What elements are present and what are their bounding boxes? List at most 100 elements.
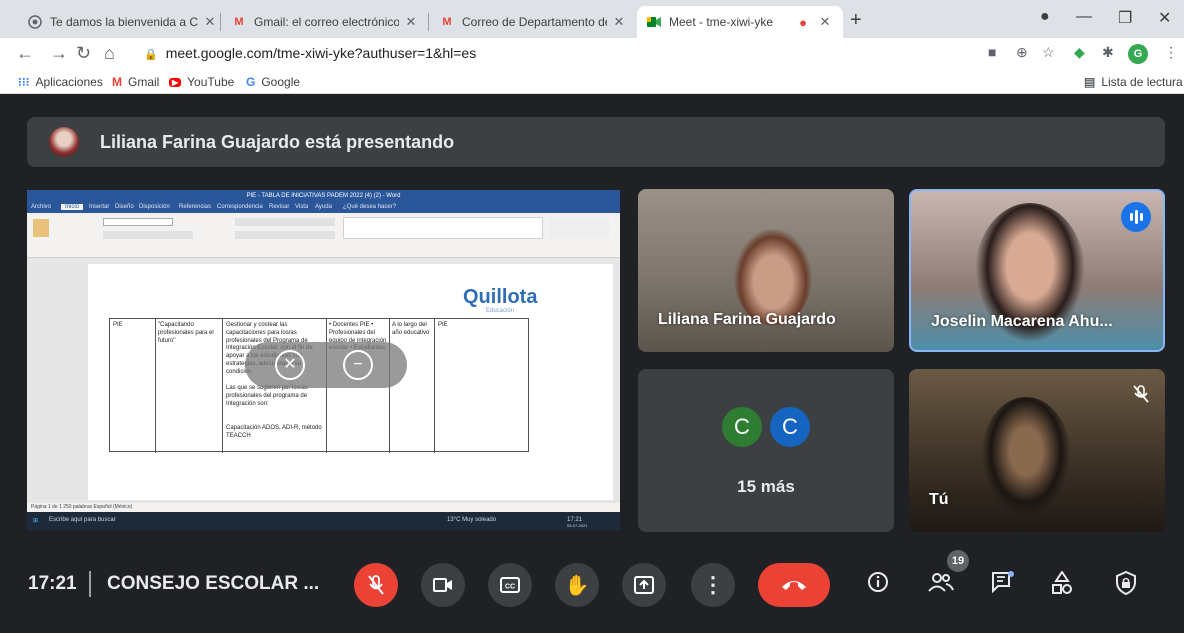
recording-indicator-icon: ● (799, 14, 807, 30)
extension-icon[interactable]: ◆ (1074, 44, 1085, 61)
tab-separator (428, 13, 429, 31)
camera-toggle-button[interactable] (421, 563, 465, 607)
word-title-bar: PIE - TABLA DE INICIATIVAS PADEM 2022 (4… (27, 190, 620, 202)
windows-taskbar: ⊞ Escribe aquí para buscar 13°C Muy sole… (27, 512, 620, 530)
reload-button[interactable]: ↻ (76, 43, 91, 64)
participant-tile[interactable]: Joselin Macarena Ahu... (909, 189, 1165, 352)
close-tab-icon[interactable]: ✕ (611, 14, 627, 30)
taskbar-search: Escribe aquí para buscar (49, 517, 116, 523)
taskbar-date: 05-07-2021 (567, 523, 588, 528)
bookmark-label: Gmail (128, 75, 160, 89)
address-bar[interactable]: 🔒 meet.google.com/tme-xiwi-yke?authuser=1… (144, 45, 476, 61)
present-screen-button[interactable] (622, 563, 666, 607)
tab-label: Gmail: el correo electrónico de G (254, 15, 399, 29)
table-divider (222, 319, 223, 453)
presenter-banner-text: Liliana Farina Guajardo está presentando (100, 132, 455, 152)
word-menu-item: Disposición (139, 204, 170, 210)
divider (89, 571, 91, 597)
forward-button[interactable]: → (50, 43, 68, 64)
word-menu-item: Insertar (89, 204, 110, 210)
word-menu-item: Correspondencia (217, 204, 263, 210)
word-menu-item: Diseño (115, 204, 134, 210)
activities-button[interactable] (1051, 571, 1073, 595)
chat-button[interactable] (991, 571, 1015, 593)
info-icon (868, 572, 888, 592)
menu-kebab-icon[interactable]: ⋮ (1164, 44, 1178, 61)
word-menu-item: ¿Qué desea hacer? (343, 204, 397, 210)
word-ribbon (27, 213, 620, 258)
new-tab-button[interactable]: + (850, 9, 862, 32)
reading-list[interactable]: ▤ Lista de lectura (1084, 75, 1183, 89)
bookmark-star-icon[interactable]: ☆ (1042, 44, 1055, 61)
bookmark-gmail[interactable]: M Gmail (112, 75, 159, 89)
back-button[interactable]: ← (16, 43, 34, 64)
tab-separator (220, 13, 221, 31)
profile-avatar[interactable]: G (1128, 44, 1148, 64)
minimize-button[interactable]: — (1076, 8, 1092, 26)
taskbar-weather: 13°C Muy soleado (447, 517, 497, 523)
bookmark-label: YouTube (187, 75, 235, 89)
camera-indicator-icon[interactable]: ■ (988, 44, 996, 60)
meeting-details-button[interactable] (867, 571, 889, 593)
tab-meet[interactable]: Meet - tme-xiwi-yke ● ✕ (637, 6, 843, 38)
shapes-icon (1052, 571, 1072, 594)
bookmarks-bar: ⁝⁝⁝ Aplicaciones M Gmail ▶ YouTube G Google … (0, 70, 1184, 94)
document-logo-subtitle: Educación (486, 308, 515, 314)
bookmark-apps[interactable]: ⁝⁝⁝ Aplicaciones (18, 75, 103, 89)
participant-count-badge: 19 (947, 550, 969, 572)
tab-gmail[interactable]: M Gmail: el correo electrónico de G ✕ (222, 6, 429, 38)
raise-hand-icon: ✋ (564, 574, 590, 597)
windows-start-icon: ⊞ (33, 518, 39, 524)
word-status-text: Página 1 de 1 250 palabras Español (Méxi… (31, 504, 133, 510)
url-text: meet.google.com/tme-xiwi-yke?authuser=1&… (165, 45, 477, 61)
shield-lock-icon (1116, 571, 1136, 595)
zoom-out-icon[interactable]: ✕ (275, 350, 305, 380)
word-status-bar: Página 1 de 1 250 palabras Español (Méxi… (27, 503, 620, 512)
avatar (49, 127, 79, 157)
more-vert-icon: ⋮ (702, 572, 724, 597)
others-tile[interactable]: C C 15 más (638, 369, 894, 532)
profile-menu-icon[interactable]: ● (1040, 8, 1050, 26)
reading-list-icon: ▤ (1084, 75, 1096, 89)
shared-screen[interactable]: PIE - TABLA DE INICIATIVAS PADEM 2022 (4… (27, 190, 620, 530)
close-tab-icon[interactable]: ✕ (817, 14, 833, 30)
self-tile[interactable]: Tú (909, 369, 1165, 532)
participant-tile[interactable]: Liliana Farina Guajardo (638, 189, 894, 352)
participant-name: Joselin Macarena Ahu... (931, 313, 1113, 330)
reading-list-label: Lista de lectura (1101, 75, 1183, 89)
minus-icon[interactable]: − (343, 350, 373, 380)
screen-share-overlay: ✕ − (245, 342, 407, 388)
microphone-toggle-button[interactable] (354, 563, 398, 607)
zoom-icon[interactable]: ⊕ (1016, 44, 1028, 61)
host-controls-button[interactable] (1115, 571, 1137, 595)
tab-chrome-welcome[interactable]: Te damos la bienvenida a Chrom ✕ (18, 6, 228, 38)
meeting-clock: 17:21 (28, 573, 77, 594)
close-tab-icon[interactable]: ✕ (403, 14, 419, 30)
table-cell: Las que se sugieren por los/as profesion… (226, 385, 308, 407)
table-divider (155, 319, 156, 453)
home-button[interactable]: ⌂ (104, 43, 115, 64)
participant-name: Liliana Farina Guajardo (658, 311, 836, 328)
avatar: C (720, 405, 764, 449)
more-options-button[interactable]: ⋮ (691, 563, 735, 607)
restore-button[interactable]: ❐ (1118, 8, 1132, 28)
bookmark-google[interactable]: G Google (246, 75, 300, 89)
bookmark-label: Google (261, 75, 301, 89)
close-window-button[interactable]: ✕ (1158, 8, 1171, 28)
leave-call-button[interactable] (758, 563, 830, 607)
raise-hand-button[interactable]: ✋ (555, 563, 599, 607)
close-tab-icon[interactable]: ✕ (202, 14, 218, 30)
document-logo: Quillota (463, 286, 538, 308)
bookmark-youtube[interactable]: ▶ YouTube (169, 75, 234, 89)
table-cell: PIE (438, 322, 448, 328)
participant-video (981, 397, 1071, 517)
table-cell: "Capacitando profesionales para el futur… (158, 322, 214, 344)
more-participants-label: 15 más (737, 477, 795, 496)
captions-button[interactable]: CC (488, 563, 532, 607)
participants-button[interactable] (928, 571, 954, 593)
tab-correo-departamento[interactable]: M Correo de Departamento de Edu ✕ (430, 6, 637, 38)
people-icon (928, 573, 954, 592)
tab-label: Correo de Departamento de Edu (462, 15, 607, 29)
captions-icon: CC (500, 577, 520, 593)
extensions-puzzle-icon[interactable]: ✱ (1102, 44, 1114, 61)
